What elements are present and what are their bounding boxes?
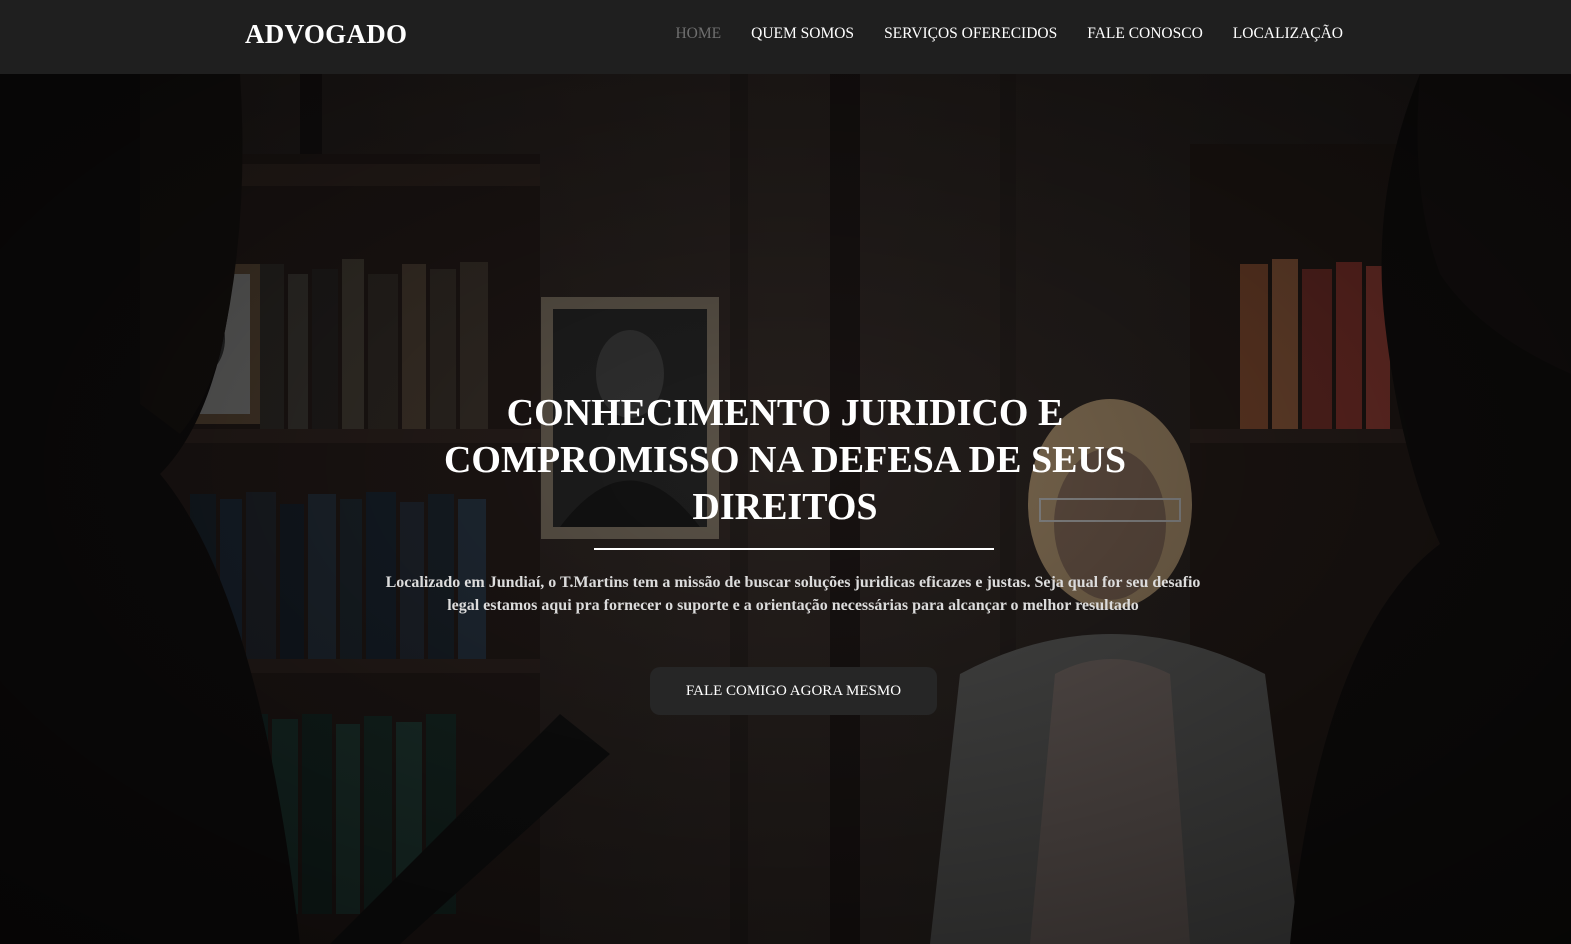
nav-fale-conosco[interactable]: FALE CONOSCO	[1087, 25, 1203, 43]
top-navbar: ADVOGADO HOME QUEM SOMOS SERVIÇOS OFEREC…	[0, 0, 1571, 74]
nav-servicos-oferecidos[interactable]: SERVIÇOS OFERECIDOS	[884, 25, 1057, 43]
brand-logo[interactable]: ADVOGADO	[245, 19, 407, 50]
hero-divider	[594, 548, 994, 550]
main-nav: HOME QUEM SOMOS SERVIÇOS OFERECIDOS FALE…	[675, 25, 1343, 43]
hero-title: CONHECIMENTO JURIDICO E COMPROMISSO NA D…	[443, 392, 1126, 528]
hero-section: CONHECIMENTO JURIDICO E COMPROMISSO NA D…	[0, 74, 1571, 944]
hero-description: Localizado em Jundiaí, o T.Martins tem a…	[385, 574, 1201, 614]
cta-contact-button[interactable]: FALE COMIGO AGORA MESMO	[650, 667, 937, 715]
nav-quem-somos[interactable]: QUEM SOMOS	[751, 25, 854, 43]
nav-home[interactable]: HOME	[675, 25, 721, 43]
nav-localizacao[interactable]: LOCALIZAÇÃO	[1233, 25, 1343, 43]
hero-content: CONHECIMENTO JURIDICO E COMPROMISSO NA D…	[0, 74, 1571, 944]
